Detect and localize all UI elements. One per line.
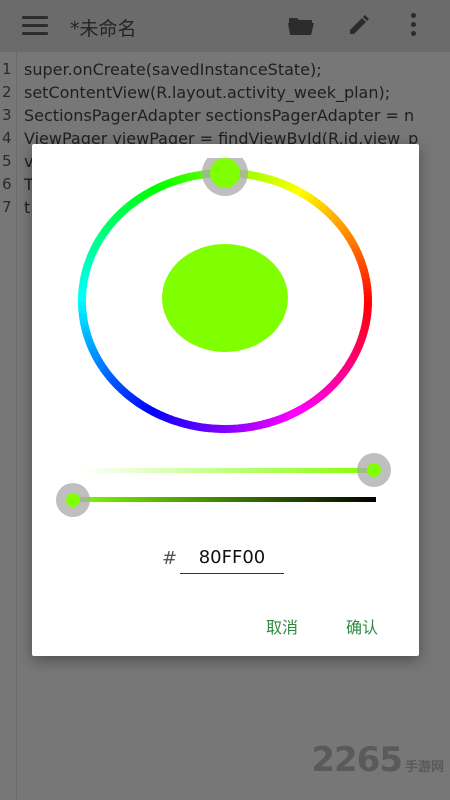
code-line[interactable]: 1 super.onCreate(savedInstanceState); bbox=[0, 58, 450, 81]
saturation-handle[interactable] bbox=[367, 463, 381, 477]
menu-icon[interactable] bbox=[22, 16, 48, 36]
line-number: 7 bbox=[2, 198, 12, 216]
brightness-slider[interactable] bbox=[54, 483, 394, 523]
line-text[interactable]: super.onCreate(savedInstanceState); bbox=[24, 58, 322, 81]
hex-input-row: # bbox=[162, 542, 292, 576]
hue-wheel[interactable] bbox=[68, 158, 378, 448]
more-vert-icon[interactable] bbox=[411, 13, 417, 37]
line-number: 4 bbox=[2, 129, 12, 147]
confirm-button[interactable]: 确认 bbox=[340, 610, 384, 642]
cancel-button[interactable]: 取消 bbox=[260, 610, 304, 642]
color-picker-dialog: # 取消 确认 bbox=[32, 144, 419, 656]
watermark-text: 手游网 bbox=[404, 760, 444, 775]
line-number: 5 bbox=[2, 152, 12, 170]
file-title: *未命名 bbox=[70, 18, 137, 40]
line-number: 6 bbox=[2, 175, 12, 193]
code-line[interactable]: 2 setContentView(R.layout.activity_week_… bbox=[0, 81, 450, 104]
line-text[interactable]: SectionsPagerAdapter sectionsPagerAdapte… bbox=[24, 104, 414, 127]
site-watermark: 2265 手游网 bbox=[311, 740, 444, 790]
app-bar: *未命名 bbox=[0, 0, 450, 52]
hue-handle[interactable] bbox=[210, 158, 240, 188]
line-number: 2 bbox=[2, 83, 12, 101]
line-number: 3 bbox=[2, 106, 12, 124]
line-number: 1 bbox=[2, 60, 12, 78]
code-line[interactable]: 3 SectionsPagerAdapter sectionsPagerAdap… bbox=[0, 104, 450, 127]
saturation-track[interactable] bbox=[80, 468, 375, 473]
line-text[interactable]: setContentView(R.layout.activity_week_pl… bbox=[24, 81, 390, 104]
watermark-number: 2265 bbox=[311, 740, 403, 780]
hash-label: # bbox=[162, 548, 178, 569]
folder-open-icon[interactable] bbox=[288, 15, 314, 35]
hex-color-input[interactable] bbox=[180, 542, 284, 574]
edit-pencil-icon[interactable] bbox=[348, 14, 370, 36]
brightness-handle[interactable] bbox=[66, 493, 80, 507]
brightness-track[interactable] bbox=[74, 497, 376, 502]
color-preview bbox=[162, 244, 288, 352]
